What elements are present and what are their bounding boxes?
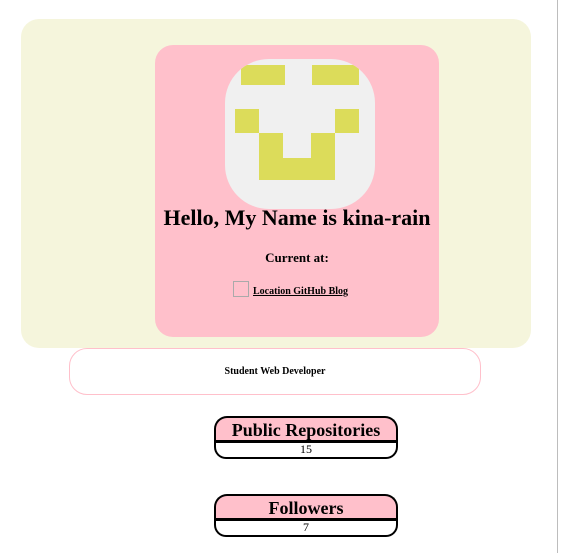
broken-image-icon [233,281,249,297]
avatar-pixel [259,158,335,180]
location-blog-link[interactable]: Location GitHub Blog [233,281,348,297]
avatar-pixel [335,109,359,133]
followers-label: Followers [214,494,398,518]
current-at-label: Current at: [265,250,329,265]
role-text: Student Web Developer [224,366,326,377]
public-repositories-stat: Public Repositories 15 [214,416,398,459]
avatar-pixel [311,133,335,158]
role-box: Student Web Developer [69,348,481,395]
page-edge-rule [557,0,558,553]
public-repositories-count: 15 [214,443,398,459]
profile-greeting: Hello, My Name is kina-rain [163,205,431,230]
identicon-avatar [225,59,375,209]
profile-card: Hello, My Name is kina-rain Current at: … [155,45,439,337]
profile-banner: Hello, My Name is kina-rain Current at: … [21,19,531,348]
location-blog-link-text: Location GitHub Blog [253,286,349,297]
avatar-pixel [312,65,359,85]
avatar-pixel [241,65,285,85]
avatar-pixel [235,109,259,133]
followers-count: 7 [214,521,398,537]
public-repositories-label: Public Repositories [214,416,398,440]
followers-stat: Followers 7 [214,494,398,537]
avatar-pixel [259,133,283,158]
